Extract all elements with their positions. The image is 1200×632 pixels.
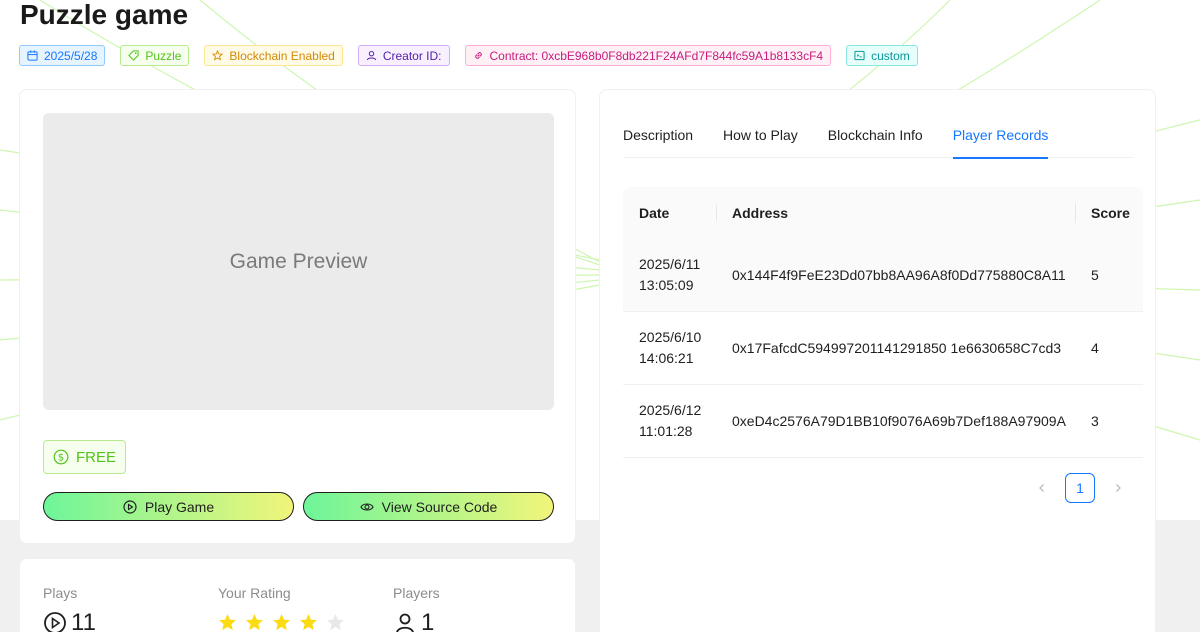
tab-description[interactable]: Description <box>623 120 693 158</box>
right-chevron-icon[interactable] <box>1103 473 1133 503</box>
tab-how-to-play[interactable]: How to Play <box>723 120 798 158</box>
record-address: 0xeD4c2576A79D1BB10f9076A69b7Def188A9790… <box>732 412 1066 429</box>
creator-tag: Creator ID: <box>357 45 450 66</box>
tab-player-records[interactable]: Player Records <box>952 120 1048 159</box>
page-title: Puzzle game <box>20 0 189 30</box>
record-score: 3 <box>1091 412 1099 429</box>
rating-stat: Your Rating <box>218 585 344 631</box>
calendar-icon <box>27 50 38 61</box>
game-preview-card: Game Preview $ FREE Play Game View Sourc… <box>19 89 576 544</box>
star-filled-icon[interactable] <box>245 613 264 632</box>
contract-tag[interactable]: Contract: 0xcbE968b0F8db221F24AFd7F844fc… <box>464 45 832 66</box>
blockchain-tag: Blockchain Enabled <box>204 45 343 66</box>
page-number-current[interactable]: 1 <box>1065 473 1095 503</box>
record-score: 4 <box>1091 339 1099 356</box>
star-filled-icon[interactable] <box>218 613 237 632</box>
rating-stars[interactable] <box>218 613 345 632</box>
player-records-table: Date Address Score 2025/6/11 13:05:09 0x… <box>623 187 1143 458</box>
record-date: 2025/6/12 11:01:28 <box>639 402 702 439</box>
pagination: 1 <box>1027 473 1133 503</box>
tab-bar: Description How to Play Blockchain Info … <box>623 120 1134 159</box>
star-filled-icon[interactable] <box>272 613 291 632</box>
category-tag-label: Puzzle <box>145 48 182 63</box>
table-row[interactable]: 2025/6/10 14:06:21 0x17FafcdC59499720114… <box>623 312 1143 385</box>
eye-icon <box>360 502 374 511</box>
rating-label: Your Rating <box>218 585 291 601</box>
play-game-button[interactable]: Play Game <box>43 492 294 521</box>
table-row[interactable]: 2025/6/11 13:05:09 0x144F4f9FeE23Dd07bb8… <box>623 239 1143 312</box>
dollar-circle-icon: $ <box>53 449 69 465</box>
user-icon <box>366 50 376 61</box>
record-date: 2025/6/11 13:05:09 <box>639 256 701 293</box>
creator-tag-label: Creator ID: <box>382 48 442 63</box>
link-icon <box>474 52 482 59</box>
price-badge: $ FREE <box>43 440 126 474</box>
table-header: Date Address Score <box>623 187 1143 239</box>
star-empty-icon[interactable] <box>326 613 345 632</box>
record-address: 0x17FafcdC594997201141291850 1e6630658C7… <box>732 339 1062 356</box>
game-detail-page: Puzzle game 2025/5/28 Puzzle Blockchain … <box>0 0 1200 632</box>
record-date: 2025/6/10 14:06:21 <box>639 329 702 366</box>
tag-row: 2025/5/28 Puzzle Blockchain Enabled Crea… <box>19 45 918 66</box>
tag-icon <box>128 50 139 61</box>
custom-tag: custom <box>846 45 918 66</box>
game-preview: Game Preview <box>43 113 554 410</box>
contract-tag-label: Contract: 0xcbE968b0F8db221F24AFd7F844fc… <box>489 48 824 63</box>
date-tag: 2025/5/28 <box>19 45 106 66</box>
column-header-address[interactable]: Address <box>716 205 1075 221</box>
blockchain-tag-label: Blockchain Enabled <box>229 48 335 63</box>
stats-card: Plays 11 Your Rating Players 1 <box>19 558 576 632</box>
view-source-button[interactable]: View Source Code <box>303 492 554 521</box>
table-row[interactable]: 2025/6/12 11:01:28 0xeD4c2576A79D1BB10f9… <box>623 385 1143 458</box>
record-address: 0x144F4f9FeE23Dd07bb8AA96A8f0Dd775880C8A… <box>732 266 1066 283</box>
record-score: 5 <box>1091 266 1099 283</box>
left-chevron-icon[interactable] <box>1027 473 1057 503</box>
category-tag: Puzzle <box>120 45 190 66</box>
star-outline-icon <box>212 50 224 61</box>
game-preview-label: Game Preview <box>229 249 368 273</box>
plays-value-wrap: 11 <box>43 609 96 632</box>
tab-blockchain-info[interactable]: Blockchain Info <box>828 120 923 158</box>
info-tabs-card: Description How to Play Blockchain Info … <box>599 89 1156 632</box>
play-circle-icon <box>44 612 66 632</box>
plays-value: 11 <box>71 609 96 632</box>
code-icon <box>854 50 865 61</box>
view-source-label: View Source Code <box>381 498 498 515</box>
custom-tag-label: custom <box>871 48 910 63</box>
plays-label: Plays <box>43 585 78 601</box>
play-circle-icon <box>123 499 137 514</box>
star-filled-icon[interactable] <box>299 613 318 632</box>
plays-stat: Plays 11 <box>43 585 96 632</box>
price-label: FREE <box>75 448 116 466</box>
players-stat: Players 1 <box>393 585 440 632</box>
svg-text:$: $ <box>58 453 64 464</box>
date-tag-label: 2025/5/28 <box>44 48 98 63</box>
players-value: 1 <box>421 609 435 632</box>
column-header-date[interactable]: Date <box>623 205 716 221</box>
players-label: Players <box>393 585 440 601</box>
user-icon <box>396 613 414 632</box>
column-header-score[interactable]: Score <box>1075 203 1143 223</box>
play-game-label: Play Game <box>144 498 215 515</box>
players-value-wrap: 1 <box>393 609 434 632</box>
